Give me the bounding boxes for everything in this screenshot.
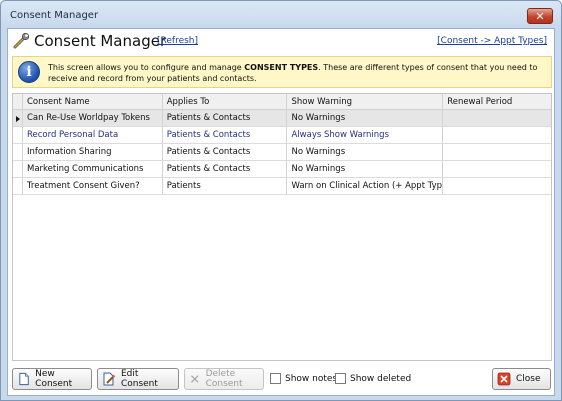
edit-pencil-icon	[103, 372, 116, 386]
cell-consent-name[interactable]: Information Sharing	[23, 144, 163, 160]
column-header-applies-to[interactable]: Applies To	[163, 94, 288, 109]
wrench-icon	[13, 33, 30, 49]
show-notes-label: Show notes	[285, 373, 338, 384]
row-header-corner	[13, 94, 23, 109]
cell-applies-to[interactable]: Patients	[163, 178, 288, 194]
cell-renewal-period[interactable]	[443, 127, 551, 143]
row-selector[interactable]	[13, 144, 23, 160]
cell-applies-to[interactable]: Patients & Contacts	[163, 127, 288, 143]
show-deleted-label: Show deleted	[350, 373, 412, 384]
info-text: This screen allows you to configure and …	[48, 62, 548, 84]
edit-consent-button[interactable]: Edit Consent	[97, 368, 179, 390]
edit-consent-label: Edit Consent	[120, 369, 158, 389]
delete-consent-label: Delete Consent	[205, 369, 243, 389]
cell-consent-name[interactable]: Marketing Communications	[23, 161, 163, 177]
window-title: Consent Manager	[10, 10, 99, 21]
window-close-button[interactable]: ✕	[527, 8, 553, 24]
cell-show-warning[interactable]: Warn on Clinical Action (+ Appt Typ...	[287, 178, 444, 194]
column-header-renewal-period[interactable]: Renewal Period	[443, 94, 551, 109]
table-row[interactable]: Record Personal Data Patients & Contacts…	[13, 127, 551, 144]
cell-renewal-period[interactable]	[443, 178, 551, 194]
row-selector[interactable]	[13, 127, 23, 143]
consent-types-grid[interactable]: Consent Name Applies To Show Warning Ren…	[12, 93, 552, 361]
show-notes-checkbox[interactable]: Show notes	[270, 373, 337, 384]
new-consent-label: New Consent	[35, 369, 73, 389]
new-consent-button[interactable]: New Consent	[12, 368, 92, 390]
current-row-arrow-icon	[16, 116, 20, 122]
info-icon-glyph: i	[26, 64, 32, 80]
delete-x-icon	[191, 375, 199, 383]
page-title: Consent Manager	[34, 32, 167, 50]
grid-header: Consent Name Applies To Show Warning Ren…	[13, 94, 551, 110]
table-row[interactable]: Information Sharing Patients & Contacts …	[13, 144, 551, 161]
delete-consent-button[interactable]: Delete Consent	[184, 368, 264, 390]
info-text-bold: CONSENT TYPES	[244, 63, 319, 72]
consent-appt-types-link[interactable]: [Consent -> Appt Types]	[437, 36, 547, 46]
consent-manager-window: Consent Manager ✕ Consent Manager [Refre…	[0, 0, 562, 401]
column-header-show-warning[interactable]: Show Warning	[287, 94, 444, 109]
info-banner: i This screen allows you to configure an…	[12, 56, 552, 88]
title-bar[interactable]: Consent Manager ✕	[1, 1, 561, 31]
cell-applies-to[interactable]: Patients & Contacts	[163, 161, 288, 177]
row-selector[interactable]	[13, 178, 23, 194]
cell-renewal-period[interactable]	[443, 144, 551, 160]
cell-renewal-period[interactable]	[443, 161, 551, 177]
page-header: Consent Manager [Refresh] [Consent -> Ap…	[8, 29, 554, 53]
show-deleted-checkbox[interactable]: Show deleted	[335, 373, 411, 384]
cell-show-warning[interactable]: No Warnings	[287, 110, 444, 126]
info-icon: i	[18, 61, 40, 83]
row-selector[interactable]	[13, 110, 23, 126]
column-header-consent-name[interactable]: Consent Name	[23, 94, 163, 109]
client-area: Consent Manager [Refresh] [Consent -> Ap…	[7, 28, 555, 396]
show-deleted-checkbox-box[interactable]	[335, 373, 346, 384]
close-icon: ✕	[535, 9, 545, 23]
cell-show-warning[interactable]: Always Show Warnings	[287, 127, 444, 143]
cell-consent-name[interactable]: Treatment Consent Given?	[23, 178, 163, 194]
close-label: Close	[516, 374, 541, 384]
cell-show-warning[interactable]: No Warnings	[287, 161, 444, 177]
cell-consent-name[interactable]: Can Re-Use Worldpay Tokens	[23, 110, 163, 126]
table-row[interactable]: Can Re-Use Worldpay Tokens Patients & Co…	[13, 110, 551, 127]
footer-toolbar: New Consent Edit Consent Delete Consent	[8, 366, 554, 394]
cell-applies-to[interactable]: Patients & Contacts	[163, 110, 288, 126]
row-selector[interactable]	[13, 161, 23, 177]
close-x-icon	[497, 372, 511, 386]
refresh-link[interactable]: [Refresh]	[157, 36, 198, 46]
new-document-icon	[19, 372, 29, 386]
table-row[interactable]: Treatment Consent Given? Patients Warn o…	[13, 178, 551, 195]
cell-renewal-period[interactable]	[443, 110, 551, 126]
cell-show-warning[interactable]: No Warnings	[287, 144, 444, 160]
cell-applies-to[interactable]: Patients & Contacts	[163, 144, 288, 160]
show-notes-checkbox-box[interactable]	[270, 373, 281, 384]
cell-consent-name[interactable]: Record Personal Data	[23, 127, 163, 143]
close-button[interactable]: Close	[492, 368, 551, 390]
info-text-start: This screen allows you to configure and …	[48, 63, 245, 72]
table-row[interactable]: Marketing Communications Patients & Cont…	[13, 161, 551, 178]
